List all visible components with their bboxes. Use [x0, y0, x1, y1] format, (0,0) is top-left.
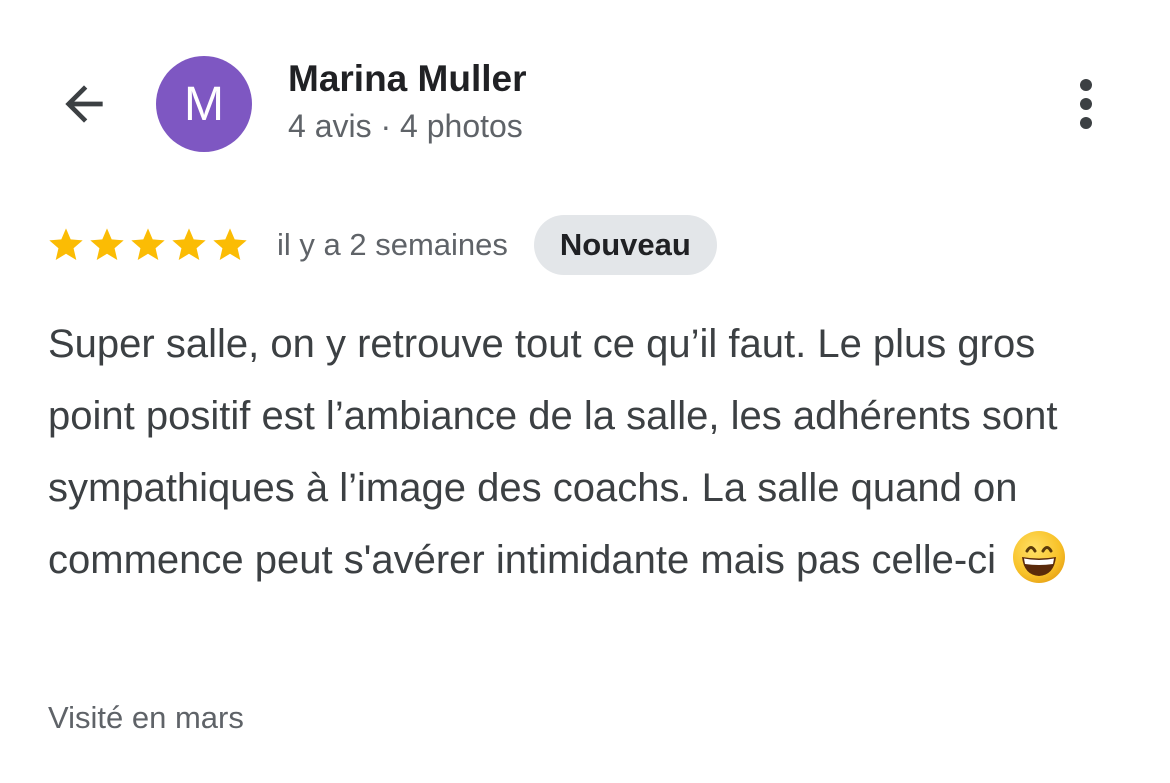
author-meta: 4 avis · 4 photos: [288, 108, 523, 144]
star-icon: [90, 228, 124, 260]
visit-info: Visité en mars: [48, 700, 244, 735]
rating-row: il y a 2 semaines Nouveau: [46, 214, 717, 276]
author-name[interactable]: Marina Muller: [288, 58, 527, 100]
star-icon: [49, 228, 83, 260]
star-rating: [46, 225, 251, 265]
more-vert-icon: [1080, 79, 1092, 129]
arrow-back-icon: [65, 85, 103, 123]
more-options-button[interactable]: [1062, 72, 1110, 136]
grinning-face-emoji-icon: [1013, 531, 1066, 583]
star-icon: [213, 228, 247, 260]
star-icon: [172, 228, 206, 260]
new-badge: Nouveau: [533, 215, 717, 275]
star-icon: [131, 228, 165, 260]
avatar-letter: M: [184, 77, 224, 131]
review-date: il y a 2 semaines: [277, 227, 508, 262]
review-body: Super salle, on y retrouve tout ce qu’il…: [48, 322, 1058, 582]
back-button[interactable]: [52, 72, 116, 136]
avatar[interactable]: M: [156, 56, 252, 152]
review-text: Super salle, on y retrouve tout ce qu’il…: [48, 308, 1123, 596]
